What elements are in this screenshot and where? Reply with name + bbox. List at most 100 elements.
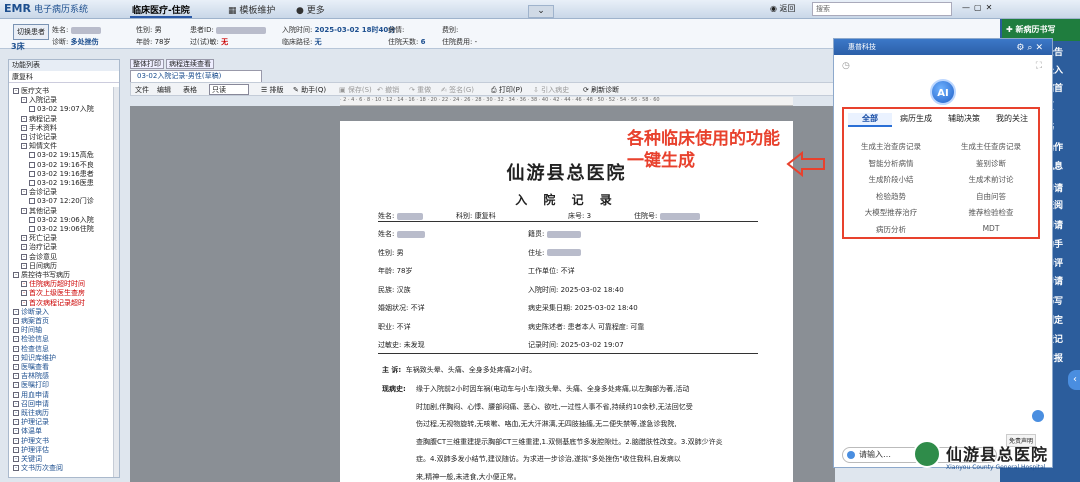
tree-item-11[interactable]: - 会诊记录 <box>21 188 57 196</box>
ai-function-8[interactable]: 大模型推荐治疗 <box>846 207 936 218</box>
tree-item-20[interactable]: - 质控待书写病历 <box>13 271 70 279</box>
document-page[interactable]: 仙游县总医院 入 院 记 录 姓名: 科别: 康复科 床号: 3 住院号: 姓名… <box>340 121 793 482</box>
ai-tab-my-follow[interactable]: 我的关注 <box>996 113 1028 124</box>
tree-item-9[interactable]: 03-02 19:16患者 <box>29 170 94 178</box>
tree-item-4[interactable]: - 手术资料 <box>21 124 57 132</box>
ai-tab-decision-support[interactable]: 辅助决策 <box>948 113 980 124</box>
document-tab[interactable]: 03-02入院记录-男性(草稿) <box>130 70 262 82</box>
sign-button[interactable]: ✍ 签名(G) <box>441 85 474 95</box>
tree-item-37[interactable]: - 体温单 <box>13 427 42 435</box>
tree-item-1[interactable]: - 入院记录 <box>21 96 57 104</box>
tree-item-2[interactable]: 03-02 19:07入院 <box>29 105 94 113</box>
tab-template-maintenance[interactable]: ▦ 模板维护 <box>228 3 275 16</box>
settings-icon[interactable]: ⚙ <box>1016 43 1027 53</box>
department-select[interactable]: 康复科 <box>9 71 119 83</box>
save-button[interactable]: ▣ 保存(S) <box>339 85 372 95</box>
tree-item-10[interactable]: 03-02 19:16医患 <box>29 179 94 187</box>
ai-function-5[interactable]: 生成术前讨论 <box>946 174 1036 185</box>
tree-item-19[interactable]: - 日间病历 <box>21 262 57 270</box>
tree-item-17[interactable]: - 治疗记录 <box>21 243 57 251</box>
ai-avatar-icon[interactable] <box>1032 410 1044 422</box>
tree-item-32[interactable]: - 医嘱打印 <box>13 381 49 389</box>
tab-continuous-view[interactable]: 病程连续查看 <box>166 59 214 69</box>
info-left-value: 不详 <box>410 304 425 312</box>
switch-patient-button[interactable]: 切换患者 <box>13 24 49 40</box>
typeset-button[interactable]: ☰ 排版 <box>261 85 284 95</box>
ai-function-1[interactable]: 生成主任查房记录 <box>946 141 1036 152</box>
minimize-icon[interactable]: — <box>962 3 974 12</box>
tree-item-35[interactable]: - 既往病历 <box>13 409 49 417</box>
menu-edit[interactable]: 编辑 <box>157 85 171 95</box>
ai-function-9[interactable]: 推荐检验检查 <box>946 207 1036 218</box>
folder-icon: - <box>21 134 27 140</box>
tree-item-30[interactable]: - 医嘱查看 <box>13 363 49 371</box>
close-icon[interactable]: ✕ <box>1035 43 1046 53</box>
global-search-input[interactable]: 搜索 <box>812 2 952 16</box>
tree-item-22[interactable]: - 首次上级医生查房 <box>21 289 85 297</box>
tree-item-18[interactable]: - 会诊意见 <box>21 253 57 261</box>
tree-item-7[interactable]: 03-02 19:15高危 <box>29 151 94 159</box>
ai-function-6[interactable]: 检验趋势 <box>846 191 936 202</box>
refresh-diagnosis-button[interactable]: ⟳ 刷新诊断 <box>583 85 619 95</box>
tree-item-28[interactable]: - 检查信息 <box>13 345 49 353</box>
ai-function-2[interactable]: 智能分析病情 <box>846 158 936 169</box>
tree-item-27[interactable]: - 检验信息 <box>13 335 49 343</box>
maximize-icon[interactable]: ▢ <box>974 3 986 12</box>
tree-item-6[interactable]: - 知情文件 <box>21 142 57 150</box>
ai-function-7[interactable]: 自由问答 <box>946 191 1036 202</box>
tab-print-all[interactable]: 整体打印 <box>130 59 164 69</box>
tree-item-8[interactable]: 03-02 19:16不良 <box>29 161 94 169</box>
tab-inpatient[interactable]: 临床医疗-住院 <box>130 3 192 18</box>
tree-item-21[interactable]: - 住院病历超时时间 <box>21 280 85 288</box>
undo-button[interactable]: ↶ 撤销 <box>377 85 399 95</box>
tree-item-34[interactable]: - 召回申请 <box>13 400 49 408</box>
assistant-button[interactable]: ✎ 助手(Q) <box>293 85 326 95</box>
tree-item-label: 03-02 19:06入院 <box>37 215 94 224</box>
ai-tab-all[interactable]: 全部 <box>848 113 892 127</box>
expand-icon[interactable]: ⛶ <box>1036 61 1042 71</box>
ai-function-11[interactable]: MDT <box>946 224 1036 233</box>
tree-item-38[interactable]: - 护理文书 <box>13 437 49 445</box>
tree-item-29[interactable]: - 知识库维护 <box>13 354 56 362</box>
tree-item-16[interactable]: - 死亡记录 <box>21 234 57 242</box>
redo-button[interactable]: ↷ 重做 <box>409 85 431 95</box>
tree-item-14[interactable]: 03-02 19:06入院 <box>29 216 94 224</box>
history-icon[interactable]: ◷ <box>842 61 850 71</box>
tree-item-40[interactable]: - 关键词 <box>13 455 42 463</box>
tree-item-36[interactable]: - 护理记录 <box>13 418 49 426</box>
mode-select[interactable]: 只读 <box>209 84 249 95</box>
tree-scrollbar[interactable] <box>113 87 119 477</box>
tree-item-24[interactable]: - 诊断录入 <box>13 308 49 316</box>
tree-item-12[interactable]: 03-07 12:20门诊 <box>29 197 94 205</box>
close-icon[interactable]: ✕ <box>986 3 997 12</box>
tree-item-41[interactable]: - 文书历次查阅 <box>13 464 63 472</box>
ai-function-0[interactable]: 生成主治查房记录 <box>846 141 936 152</box>
clinical-path: 临床路径: 无 <box>282 37 322 47</box>
tree-item-3[interactable]: - 病程记录 <box>21 115 57 123</box>
tab-more[interactable]: ● 更多 <box>296 3 325 16</box>
tree-item-15[interactable]: 03-02 19:06住院 <box>29 225 94 233</box>
tree-item-13[interactable]: - 其他记录 <box>21 207 57 215</box>
tree-item-23[interactable]: - 首次病程记录超时 <box>21 299 85 307</box>
expand-arrow-icon[interactable]: ‹ <box>1068 370 1080 390</box>
ai-function-4[interactable]: 生成阶段小结 <box>846 174 936 185</box>
stay-days: 住院天数: 6 <box>388 37 425 47</box>
import-history-button[interactable]: ⇩ 引入病史 <box>533 85 569 95</box>
tree-item-5[interactable]: - 讨论记录 <box>21 133 57 141</box>
tree-item-39[interactable]: - 护理评估 <box>13 446 49 454</box>
menu-file[interactable]: 文件 <box>135 85 149 95</box>
tree-item-33[interactable]: - 用血申请 <box>13 391 49 399</box>
print-button[interactable]: ⎙ 打印(P) <box>491 85 523 95</box>
tree-item-25[interactable]: - 病案首页 <box>13 317 49 325</box>
ai-tab-record-generate[interactable]: 病历生成 <box>900 113 932 124</box>
tree-item-26[interactable]: - 时间轴 <box>13 326 42 334</box>
info-left-4: 婚姻状况: 不详 <box>378 303 425 313</box>
ai-function-10[interactable]: 病历分析 <box>846 224 936 235</box>
tree-item-0[interactable]: - 医疗文书 <box>13 87 49 95</box>
collapse-chevron-icon[interactable]: ⌄ <box>528 5 554 18</box>
ai-function-3[interactable]: 鉴别诊断 <box>946 158 1036 169</box>
back-button[interactable]: ◉ 返回 <box>770 3 796 14</box>
menu-table[interactable]: 表格 <box>183 85 197 95</box>
template-icon: ▦ <box>228 6 240 16</box>
tree-item-31[interactable]: - 吉林院感 <box>13 372 49 380</box>
